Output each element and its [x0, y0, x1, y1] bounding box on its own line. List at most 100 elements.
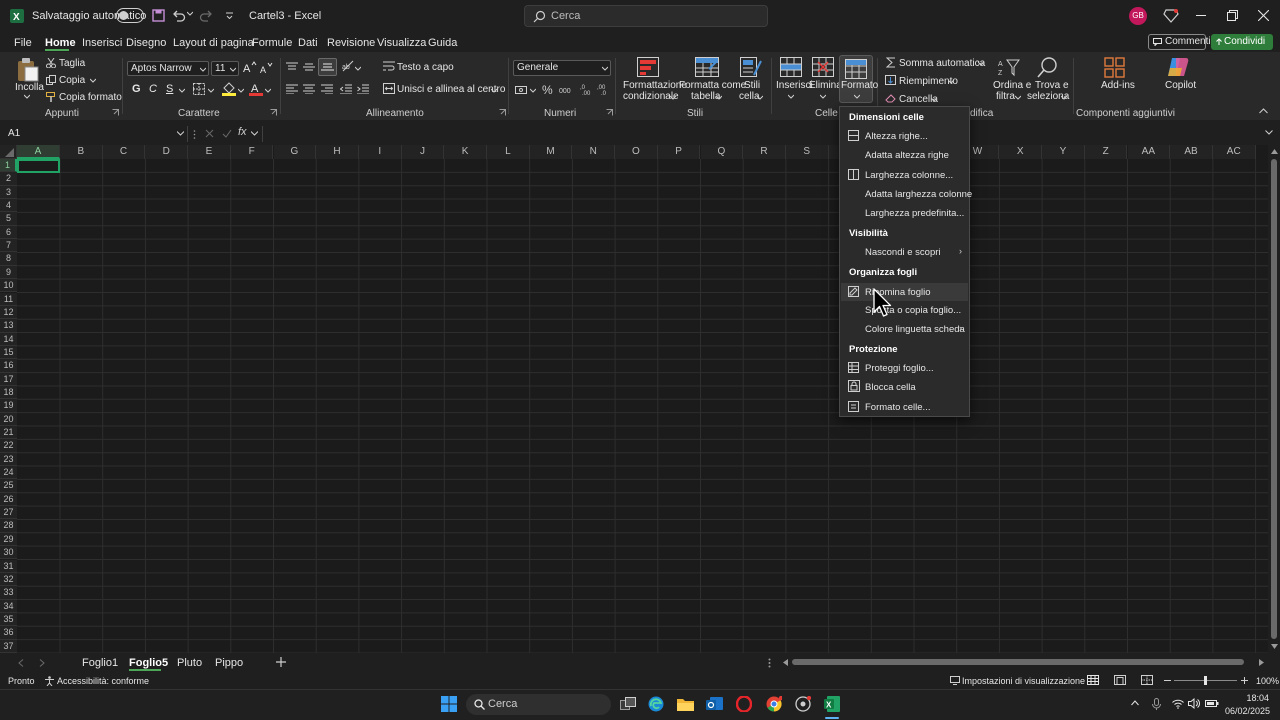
column-header[interactable]: Z: [1084, 145, 1128, 159]
underline-button[interactable]: S: [166, 83, 173, 95]
column-header[interactable]: N: [572, 145, 616, 159]
delete-cells-icon[interactable]: [812, 57, 834, 77]
column-header[interactable]: B: [60, 145, 103, 159]
copy-dropdown-icon[interactable]: [90, 78, 96, 83]
edge-browser-icon[interactable]: [648, 696, 664, 712]
row-header[interactable]: 6: [0, 225, 17, 240]
increase-decimal-icon[interactable]: ,0,00: [580, 83, 594, 95]
font-color-icon[interactable]: A: [249, 82, 263, 96]
row-header[interactable]: 15: [0, 345, 17, 360]
row-header[interactable]: 12: [0, 305, 17, 320]
orientation-dropdown-icon[interactable]: [355, 66, 361, 71]
sort-filter-label-2[interactable]: filtra: [996, 91, 1015, 102]
row-header[interactable]: 35: [0, 612, 17, 627]
orientation-icon[interactable]: ab: [342, 60, 354, 72]
column-header[interactable]: S: [785, 145, 829, 159]
cell-styles-icon[interactable]: [740, 57, 762, 77]
cell-styles-dropdown-icon[interactable]: [757, 95, 763, 100]
vertical-scroll-thumb[interactable]: [1271, 159, 1277, 639]
accessibility-status[interactable]: Accessibilità: conforme: [57, 676, 149, 686]
conditional-formatting-label-1[interactable]: Formattazione: [623, 80, 687, 91]
row-header[interactable]: 22: [0, 439, 17, 453]
zoom-slider-thumb[interactable]: [1204, 676, 1207, 685]
delete-dropdown-icon[interactable]: [820, 94, 826, 99]
insert-cells-label[interactable]: Inserisci: [776, 80, 813, 91]
align-middle-icon[interactable]: [303, 62, 315, 72]
volume-icon[interactable]: [1188, 698, 1200, 709]
name-box[interactable]: A1: [6, 126, 188, 142]
scroll-right-icon[interactable]: [1259, 659, 1264, 666]
column-header[interactable]: D: [145, 145, 189, 159]
find-select-label-1[interactable]: Trova e: [1035, 80, 1069, 91]
font-launcher-icon[interactable]: [270, 109, 277, 116]
avatar[interactable]: GB: [1129, 7, 1147, 25]
align-center-icon[interactable]: [303, 84, 315, 94]
microphone-icon[interactable]: [1152, 698, 1161, 710]
number-format-field[interactable]: Generale: [513, 60, 611, 76]
row-header[interactable]: 29: [0, 532, 17, 547]
add-sheet-icon[interactable]: [276, 657, 286, 667]
active-cell-a1[interactable]: [17, 159, 60, 173]
chrome-profile-icon[interactable]: [795, 696, 811, 712]
tab-formulas[interactable]: Formule: [252, 37, 292, 49]
paste-icon[interactable]: [16, 57, 40, 83]
tab-splitter-icon[interactable]: [768, 658, 771, 668]
row-header[interactable]: 11: [0, 292, 17, 306]
accounting-dropdown-icon[interactable]: [530, 88, 536, 93]
fill-color-dropdown-icon[interactable]: [238, 88, 244, 93]
sort-filter-label-1[interactable]: Ordina e: [993, 80, 1031, 91]
zoom-in-icon[interactable]: [1241, 677, 1248, 684]
taskbar-time[interactable]: 18:04: [1225, 693, 1269, 703]
column-header[interactable]: K: [444, 145, 487, 159]
autosum-button[interactable]: Somma automatica: [899, 58, 985, 69]
column-header[interactable]: M: [529, 145, 573, 159]
row-header[interactable]: 10: [0, 279, 17, 293]
number-format-dropdown-icon[interactable]: [602, 66, 608, 71]
row-header[interactable]: 25: [0, 479, 17, 493]
taskbar-search[interactable]: Cerca: [466, 694, 611, 715]
align-top-icon[interactable]: [286, 62, 298, 72]
fill-color-icon[interactable]: [222, 82, 236, 96]
clipboard-launcher-icon[interactable]: [112, 109, 119, 116]
tab-data[interactable]: Dati: [298, 37, 318, 49]
column-header[interactable]: F: [230, 145, 274, 159]
row-header[interactable]: 34: [0, 599, 17, 613]
copilot-label[interactable]: Copilot: [1165, 80, 1196, 91]
row-header[interactable]: 20: [0, 412, 17, 426]
row-header[interactable]: 21: [0, 426, 17, 440]
menu-item-column-width[interactable]: Larghezza colonne...: [865, 170, 953, 181]
add-ins-label[interactable]: Add-ins: [1101, 80, 1135, 91]
close-icon[interactable]: [1258, 10, 1269, 21]
name-box-dropdown-icon[interactable]: [177, 131, 184, 136]
row-header[interactable]: 23: [0, 452, 17, 467]
column-header[interactable]: O: [615, 145, 658, 159]
menu-item-hide-unhide[interactable]: Nascondi e scopri: [865, 247, 941, 258]
decrease-decimal-icon[interactable]: ,00,0: [597, 83, 611, 95]
file-explorer-icon[interactable]: [677, 697, 694, 711]
row-header[interactable]: 26: [0, 492, 17, 507]
undo-icon[interactable]: [172, 9, 186, 22]
row-header[interactable]: 19: [0, 399, 17, 413]
menu-item-tab-color[interactable]: Colore linguetta scheda: [865, 324, 965, 335]
decrease-font-icon[interactable]: A: [260, 62, 274, 74]
italic-button[interactable]: C: [149, 83, 157, 95]
find-dropdown-icon[interactable]: [1061, 95, 1067, 100]
save-icon[interactable]: [152, 9, 165, 22]
tray-chevron-icon[interactable]: [1131, 700, 1139, 706]
find-select-icon[interactable]: [1037, 56, 1059, 78]
clear-dropdown-icon[interactable]: [931, 97, 937, 102]
conditional-dropdown-icon[interactable]: [670, 95, 676, 100]
row-header[interactable]: 31: [0, 559, 17, 573]
underline-dropdown-icon[interactable]: [179, 88, 185, 93]
sort-dropdown-icon[interactable]: [1015, 95, 1021, 100]
sheet-tab-foglio1[interactable]: Foglio1: [82, 657, 118, 669]
row-header[interactable]: 30: [0, 546, 17, 560]
menu-item-row-height[interactable]: Altezza righe...: [865, 131, 928, 142]
row-header[interactable]: 28: [0, 519, 17, 533]
sort-filter-icon[interactable]: AZ: [998, 58, 1020, 78]
number-launcher-icon[interactable]: [606, 109, 613, 116]
column-header[interactable]: AC: [1212, 145, 1256, 159]
horizontal-scroll-thumb[interactable]: [792, 659, 1244, 665]
tab-review[interactable]: Revisione: [327, 37, 375, 49]
row-header[interactable]: 9: [0, 265, 17, 280]
